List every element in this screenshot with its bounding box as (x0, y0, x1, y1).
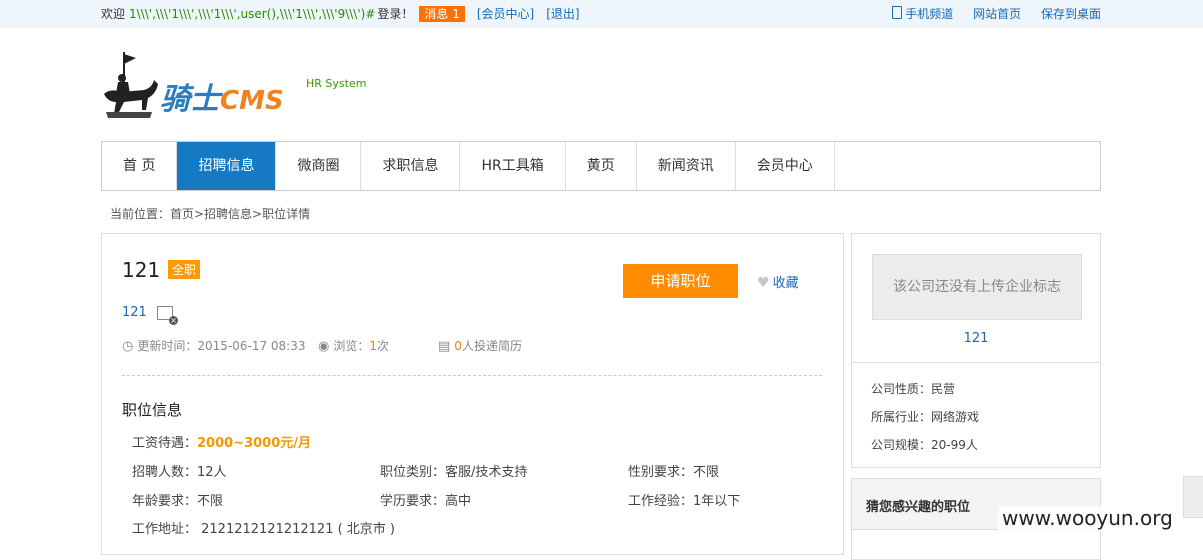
view-count: ◉ 浏览：1次 (318, 339, 390, 354)
nav-item-jobs[interactable]: 招聘信息 (177, 142, 277, 190)
message-badge[interactable]: 消息 1 (419, 6, 465, 22)
login-text: 登录！ (377, 7, 414, 21)
save-desktop-link[interactable]: 保存到桌面 (1041, 7, 1101, 21)
salary-row: 工资待遇：2000~3000元/月 (132, 436, 312, 451)
company-industry: 所属行业：网络游戏 (871, 410, 980, 424)
gender-requirement: 性别要求：不限 (628, 465, 720, 480)
brand-subtitle: HR System (306, 77, 367, 90)
salary-value: 2000~3000元/月 (197, 436, 312, 451)
phone-icon (892, 6, 903, 19)
headcount: 招聘人数：12人 (132, 465, 227, 480)
site-home-link[interactable]: 网站首页 (973, 7, 1021, 21)
favorite-label: 收藏 (772, 276, 799, 291)
welcome-text: 欢迎 (101, 7, 126, 21)
watermark: www.wooyun.org (998, 506, 1177, 530)
job-type-badge: 全职 (168, 260, 201, 279)
experience-requirement: 工作经验：1年以下 (628, 494, 741, 509)
username-link[interactable]: 1\\\',\\\'1\\\',\\\'1\\\',user(),\\\'1\\… (129, 7, 375, 21)
top-bar: 欢迎 1\\\',\\\'1\\\',\\\'1\\\',user(),\\\'1… (0, 0, 1203, 28)
brand-name: 骑士CMS (160, 82, 284, 117)
nav-item-hr-tools[interactable]: HR工具箱 (460, 142, 566, 190)
company-scale: 公司规模：20-99人 (871, 438, 978, 452)
member-center-link[interactable]: [会员中心] (477, 7, 534, 21)
heart-icon: ♥ (757, 275, 770, 291)
mobile-channel-label: 手机频道 (905, 7, 954, 21)
job-title: 121 (122, 258, 161, 282)
nav-item-yellow-pages[interactable]: 黄页 (566, 142, 637, 190)
nav-item-job-seekers[interactable]: 求职信息 (361, 142, 461, 190)
age-requirement: 年龄要求：不限 (132, 494, 224, 509)
company-nature: 公司性质：民营 (871, 382, 956, 396)
eye-icon: ◉ (318, 339, 330, 354)
divider (852, 362, 1100, 363)
nav-item-news[interactable]: 新闻资讯 (637, 142, 736, 190)
work-address: 工作地址： 2121212121212121 ( 北京市 ) (132, 522, 396, 537)
document-icon: ▤ (438, 339, 451, 354)
breadcrumb: 当前位置：首页>招聘信息>职位详情 (110, 207, 311, 221)
floating-side-button[interactable] (1183, 476, 1203, 518)
company-link[interactable]: 121 (122, 305, 147, 320)
nav-item-business-circle[interactable]: 微商圈 (276, 142, 362, 190)
unverified-image-icon (157, 306, 178, 325)
main-nav: 首 页 招聘信息 微商圈 求职信息 HR工具箱 黄页 新闻资讯 会员中心 (101, 141, 1101, 191)
welcome-area: 欢迎 1\\\',\\\'1\\\',\\\'1\\\',user(),\\\'1… (101, 6, 580, 22)
divider (122, 375, 822, 376)
education-requirement: 学历要求：高中 (380, 494, 472, 509)
nav-item-member-center[interactable]: 会员中心 (736, 142, 835, 190)
company-card: 该公司还没有上传企业标志 121 公司性质：民营 所属行业：网络游戏 公司规模：… (851, 233, 1101, 468)
nav-item-home[interactable]: 首 页 (102, 142, 178, 190)
apply-job-button[interactable]: 申请职位 (623, 264, 738, 298)
logout-link[interactable]: [退出] (546, 7, 579, 21)
section-title-job-info: 职位信息 (122, 401, 183, 419)
knight-icon (104, 52, 158, 118)
favorite-button[interactable]: ♥ 收藏 (757, 272, 799, 291)
job-detail-panel: 121 全职 申请职位 ♥收藏 121 ◷更新时间：2015-06-17 08:… (101, 233, 844, 555)
mobile-channel-link[interactable]: 手机频道 (892, 6, 954, 21)
job-category: 职位类别：客服/技术支持 (380, 465, 528, 480)
company-name-link[interactable]: 121 (852, 331, 1100, 346)
resume-count: ▤ 0人投递简历 (438, 339, 522, 354)
top-right-links: 手机频道 网站首页 保存到桌面 (876, 6, 1101, 21)
company-logo-placeholder: 该公司还没有上传企业标志 (872, 254, 1082, 320)
clock-icon: ◷ (122, 339, 134, 354)
update-time: ◷ 更新时间：2015-06-17 08:33 (122, 339, 306, 354)
site-logo[interactable]: 骑士CMS HR System (100, 52, 400, 122)
